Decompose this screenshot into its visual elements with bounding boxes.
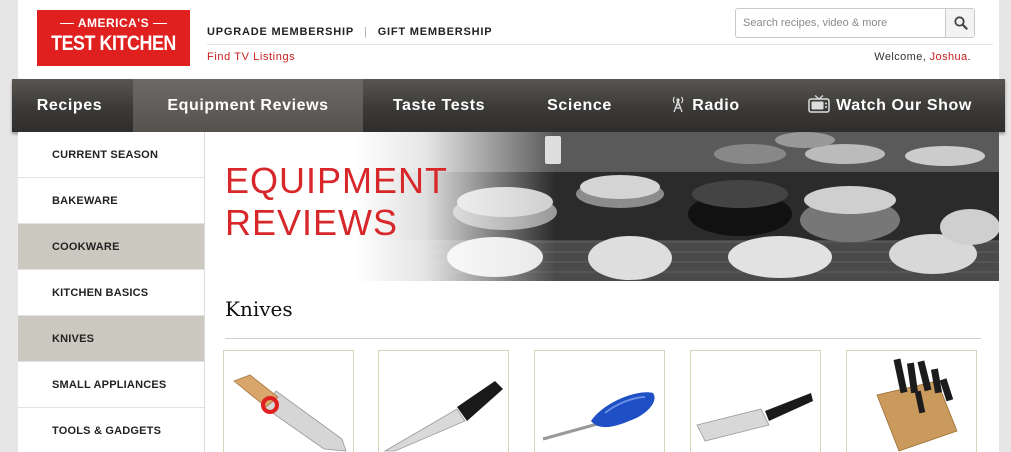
membership-links: UPGRADE MEMBERSHIP | GIFT MEMBERSHIP <box>207 26 492 38</box>
nav-science[interactable]: Science <box>527 79 632 132</box>
header-divider <box>207 44 993 45</box>
sidebar-item-bakeware[interactable]: BAKEWARE <box>18 178 204 224</box>
kids-knife-image <box>233 374 347 452</box>
logo-line-2: TEST KITCHEN <box>51 32 176 55</box>
product-card-kids-knife[interactable] <box>223 350 354 452</box>
tv-icon <box>808 95 830 114</box>
knife-block-image <box>876 358 958 452</box>
find-tv-listings-link[interactable]: Find TV Listings <box>207 51 295 63</box>
site-header: AMERICA'S TEST KITCHEN UPGRADE MEMBERSHI… <box>18 0 999 78</box>
welcome-suffix: . <box>967 51 971 63</box>
sharpener-image <box>542 392 655 441</box>
nav-label: Equipment Reviews <box>167 97 329 114</box>
nav-label: Science <box>547 97 612 114</box>
gift-membership-link[interactable]: GIFT MEMBERSHIP <box>378 26 493 38</box>
site-logo[interactable]: AMERICA'S TEST KITCHEN <box>37 10 190 66</box>
page: AMERICA'S TEST KITCHEN UPGRADE MEMBERSHI… <box>12 0 1005 452</box>
nav-label: Recipes <box>36 97 103 114</box>
sidebar-item-current-season[interactable]: CURRENT SEASON <box>18 132 204 178</box>
upgrade-membership-link[interactable]: UPGRADE MEMBERSHIP <box>207 26 354 38</box>
nav-taste-tests[interactable]: Taste Tests <box>369 79 509 132</box>
nav-recipes[interactable]: Recipes <box>12 79 127 132</box>
welcome-message: Welcome, Joshua. <box>874 51 971 63</box>
main-nav: Recipes Equipment Reviews Taste Tests Sc… <box>12 79 1005 132</box>
hero-title-line-1: EQUIPMENT <box>225 160 449 201</box>
welcome-prefix: Welcome, <box>874 51 930 63</box>
nav-label: Radio <box>692 97 740 114</box>
sidebar-item-small-appliances[interactable]: SMALL APPLIANCES <box>18 362 204 408</box>
sidebar-item-knives[interactable]: KNIVES <box>18 316 204 362</box>
product-card-sharpener[interactable] <box>534 350 665 452</box>
product-card-cleaver[interactable] <box>690 350 821 452</box>
nav-watch-our-show[interactable]: Watch Our Show <box>780 79 1000 132</box>
category-sidebar: CURRENT SEASON BAKEWARE COOKWARE KITCHEN… <box>18 132 204 452</box>
cleaver-image <box>696 393 813 442</box>
link-separator: | <box>364 26 368 38</box>
nav-label: Watch Our Show <box>836 97 972 114</box>
sidebar-item-tools-gadgets[interactable]: TOOLS & GADGETS <box>18 408 204 452</box>
section-divider <box>225 338 981 339</box>
nav-equipment-reviews[interactable]: Equipment Reviews <box>133 79 363 132</box>
nav-label: Taste Tests <box>392 97 486 114</box>
sidebar-item-cookware[interactable]: COOKWARE <box>18 224 204 270</box>
sidebar-item-kitchen-basics[interactable]: KITCHEN BASICS <box>18 270 204 316</box>
product-card-chefs-knife[interactable] <box>378 350 509 452</box>
logo-line-1: AMERICA'S <box>37 16 190 30</box>
section-title: Knives <box>225 297 293 321</box>
magnifier-icon <box>954 16 968 30</box>
user-name-link[interactable]: Joshua <box>930 51 968 63</box>
search-box <box>735 8 975 38</box>
radio-tower-icon <box>673 96 684 113</box>
search-button[interactable] <box>945 9 974 37</box>
product-card-knife-block[interactable] <box>846 350 977 452</box>
chefs-knife-image <box>383 381 503 452</box>
hero-title: EQUIPMENT REVIEWS <box>225 160 448 244</box>
nav-radio[interactable]: Radio <box>650 79 760 132</box>
hero-title-line-2: REVIEWS <box>225 202 399 243</box>
search-input[interactable] <box>736 9 946 37</box>
hero-banner: EQUIPMENT REVIEWS <box>205 132 999 281</box>
